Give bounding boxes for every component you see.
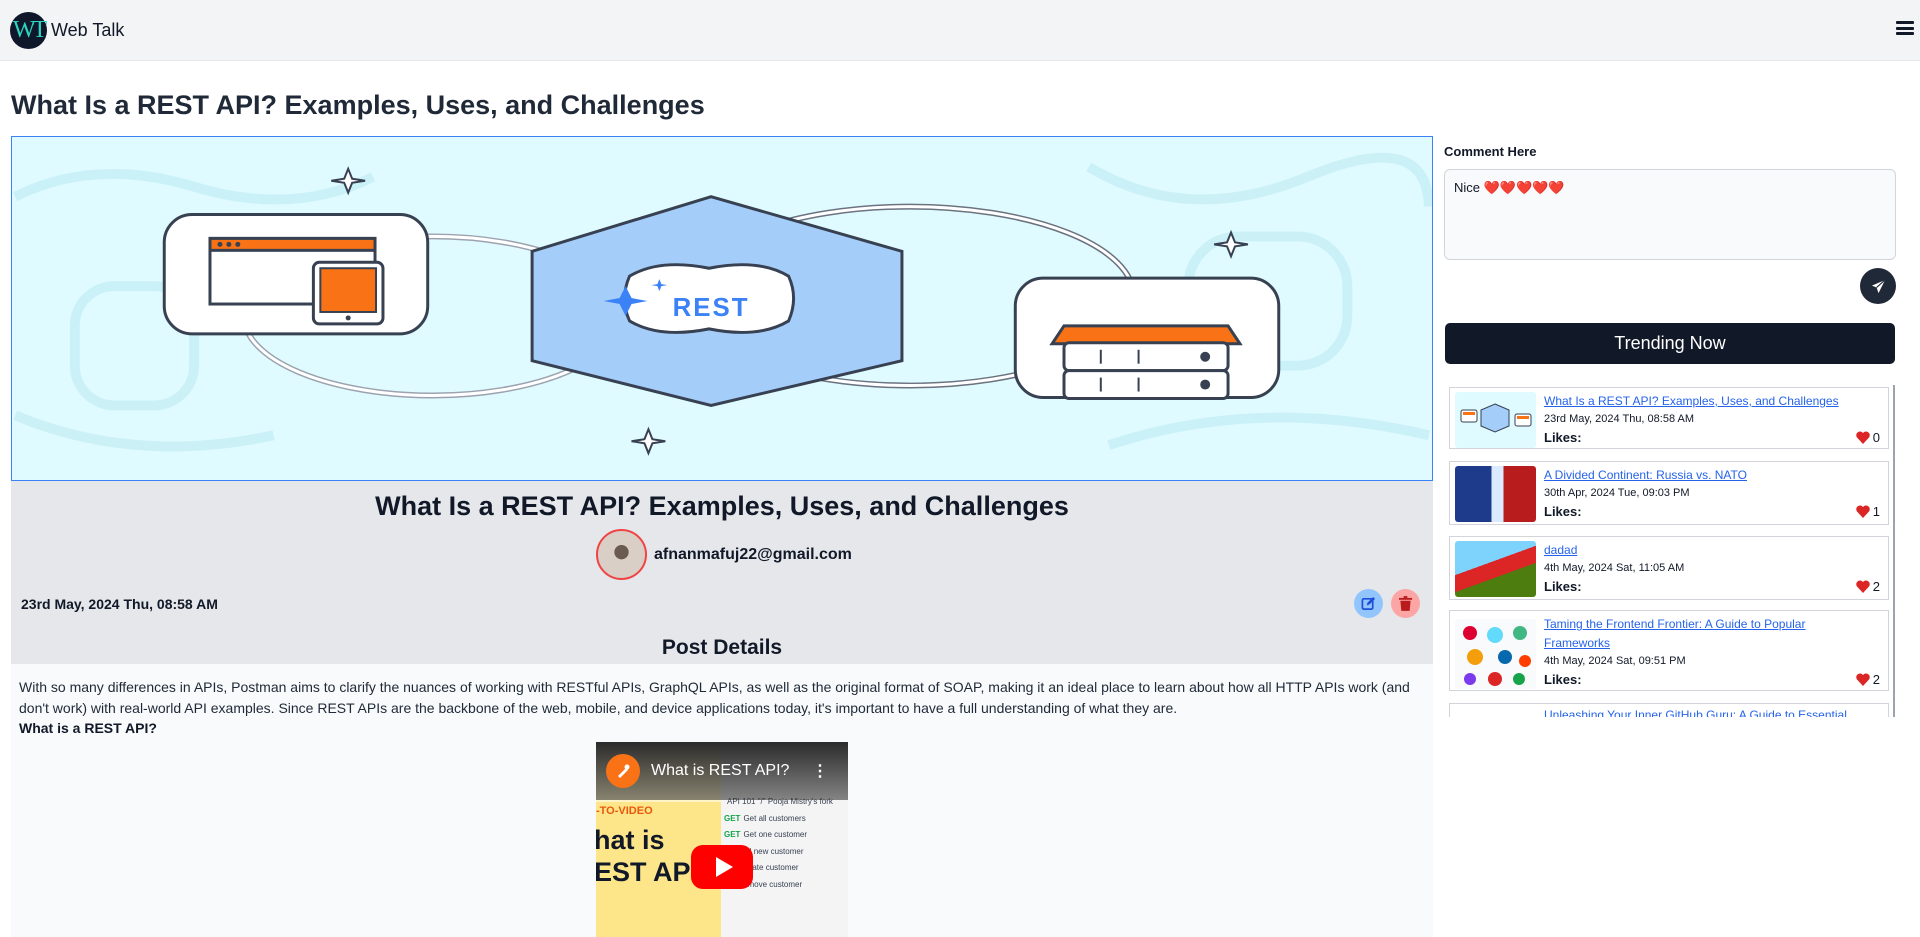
hero-rest-text: REST xyxy=(673,294,750,322)
trending-likes: 0 xyxy=(1856,430,1880,445)
navbar: WT Web Talk xyxy=(0,0,1920,61)
delete-post-button[interactable] xyxy=(1391,589,1420,618)
trending-thumbnail xyxy=(1455,392,1536,448)
trending-likes: 1 xyxy=(1856,504,1880,519)
brand-link[interactable]: WT Web Talk xyxy=(10,12,124,49)
heart-icon xyxy=(1856,505,1870,518)
edit-icon xyxy=(1361,596,1376,610)
trending-item-date: 30th Apr, 2024 Tue, 09:03 PM xyxy=(1544,487,1690,499)
post-header: What Is a REST API? Examples, Uses, and … xyxy=(11,481,1433,664)
heart-icon xyxy=(1856,673,1870,686)
post-details-heading: Post Details xyxy=(661,636,783,659)
post-date: 23rd May, 2024 Thu, 08:58 AM xyxy=(21,596,218,612)
edit-post-button[interactable] xyxy=(1354,589,1383,618)
trending-likes-label: Likes: xyxy=(1544,579,1582,594)
trending-item[interactable]: Unleashing Your Inner GitHub Guru: A Gui… xyxy=(1449,703,1889,717)
post-subheading: What is a REST API? xyxy=(19,720,157,736)
trending-now-button[interactable]: Trending Now xyxy=(1445,323,1895,364)
trash-icon xyxy=(1399,596,1412,611)
video-list-item: GET Get all customers xyxy=(724,813,806,823)
more-vert-icon[interactable]: ⋮ xyxy=(812,761,828,781)
postman-channel-icon[interactable] xyxy=(606,754,640,788)
play-button[interactable] xyxy=(691,845,753,889)
trending-item-date: 4th May, 2024 Sat, 11:05 AM xyxy=(1544,562,1685,574)
trending-likes-label: Likes: xyxy=(1544,504,1582,519)
post-title: What Is a REST API? Examples, Uses, and … xyxy=(375,491,1069,521)
trending-likes-count: 2 xyxy=(1872,672,1880,687)
brand-name: Web Talk xyxy=(51,20,125,40)
comment-label: Comment Here xyxy=(1444,144,1537,159)
trending-item-title[interactable]: Taming the Frontend Frontier: A Guide to… xyxy=(1544,615,1864,653)
trending-item[interactable]: Taming the Frontend Frontier: A Guide to… xyxy=(1449,610,1889,691)
heart-icon xyxy=(1856,431,1870,444)
video-title[interactable]: What is REST API? xyxy=(651,762,789,780)
send-comment-button[interactable] xyxy=(1860,268,1896,304)
trending-item-date: 4th May, 2024 Sat, 09:51 PM xyxy=(1544,655,1686,667)
trending-item[interactable]: dadad 4th May, 2024 Sat, 11:05 AM Likes:… xyxy=(1449,536,1889,600)
trending-item-title[interactable]: dadad xyxy=(1544,541,1864,560)
hamburger-menu-icon[interactable] xyxy=(1896,19,1914,37)
trending-item-date: 23rd May, 2024 Thu, 08:58 AM xyxy=(1544,413,1695,425)
trending-item-title[interactable]: A Divided Continent: Russia vs. NATO xyxy=(1544,466,1864,485)
trending-likes-count: 1 xyxy=(1872,504,1880,519)
trending-item-title[interactable]: What Is a REST API? Examples, Uses, and … xyxy=(1544,392,1864,411)
play-icon xyxy=(715,857,733,877)
comment-input[interactable] xyxy=(1444,169,1896,260)
trending-likes: 2 xyxy=(1856,672,1880,687)
logo: WT xyxy=(10,12,47,49)
trending-likes-count: 2 xyxy=(1872,579,1880,594)
trending-thumbnail xyxy=(1455,466,1536,522)
post-cover-image: REST xyxy=(11,136,1433,481)
author-info: afnanmafuj22@gmail.com xyxy=(596,529,852,580)
trending-likes-label: Likes: xyxy=(1544,430,1582,445)
video-tag: -TO-VIDEO xyxy=(596,805,653,817)
trending-thumbnail xyxy=(1455,619,1536,689)
heart-icon xyxy=(1856,580,1870,593)
video-list-item: GET Get one customer xyxy=(724,830,808,839)
trending-likes-count: 0 xyxy=(1872,430,1880,445)
trending-thumbnail xyxy=(1455,541,1536,597)
page-title: What Is a REST API? Examples, Uses, and … xyxy=(11,90,705,120)
youtube-video-embed[interactable]: -TO-VIDEO hat is EST API? API 101 "/" Po… xyxy=(596,742,848,937)
trending-item[interactable]: A Divided Continent: Russia vs. NATO 30t… xyxy=(1449,461,1889,525)
trending-likes-label: Likes: xyxy=(1544,672,1582,687)
trending-list: What Is a REST API? Examples, Uses, and … xyxy=(1445,385,1895,717)
author-email: afnanmafuj22@gmail.com xyxy=(654,545,852,563)
send-icon xyxy=(1871,279,1885,293)
post-content: What Is a REST API? Examples, Uses, and … xyxy=(11,481,1433,937)
author-avatar xyxy=(596,529,647,580)
post-body: With so many differences in APIs, Postma… xyxy=(19,679,1410,716)
trending-likes: 2 xyxy=(1856,579,1880,594)
trending-item[interactable]: What Is a REST API? Examples, Uses, and … xyxy=(1449,387,1889,449)
trending-item-title[interactable]: Unleashing Your Inner GitHub Guru: A Gui… xyxy=(1544,706,1864,717)
video-title-bar: What is REST API? ⋮ xyxy=(596,742,848,800)
